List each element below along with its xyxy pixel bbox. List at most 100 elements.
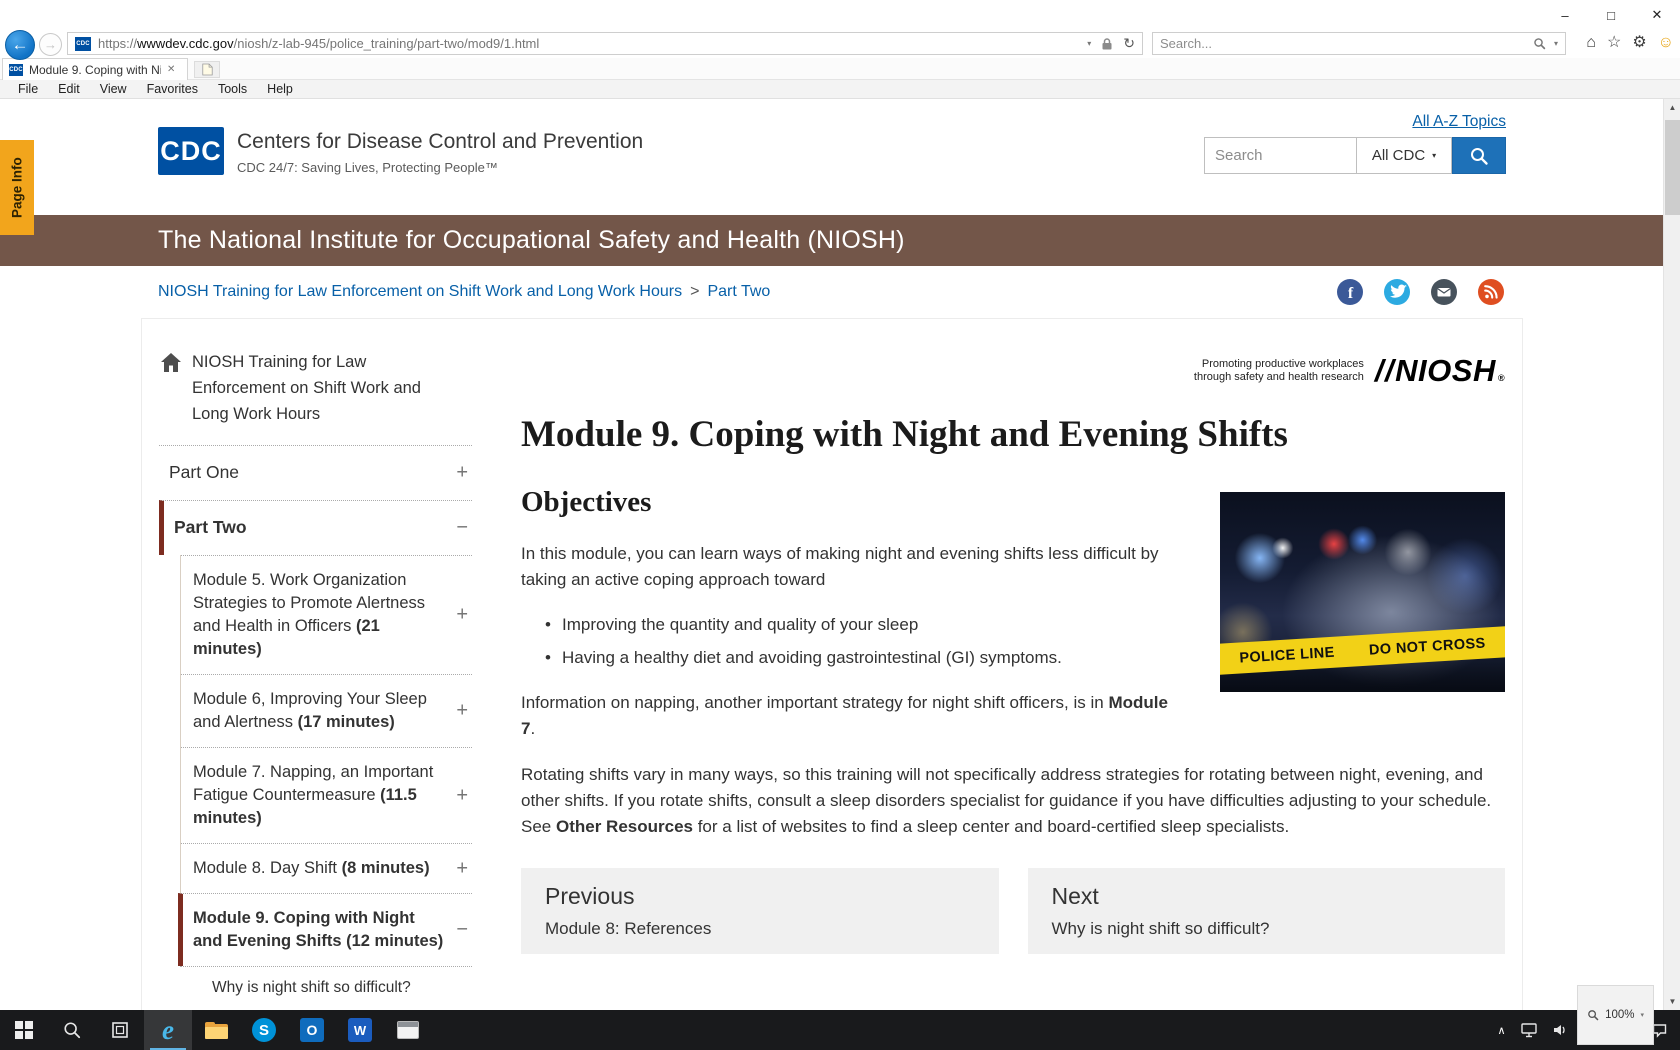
close-button[interactable]: ✕ (1634, 0, 1680, 30)
cdc-logo-text: Centers for Disease Control and Preventi… (237, 127, 643, 175)
cdc-header: All A-Z Topics CDC Centers for Disease C… (0, 99, 1663, 215)
menu-file[interactable]: File (8, 82, 48, 96)
browser-address-row: ← → CDC https://wwwdev.cdc.gov/niosh/z-l… (0, 30, 1680, 60)
minimize-button[interactable]: – (1542, 0, 1588, 30)
expand-plus-icon[interactable]: + (456, 462, 468, 485)
search-scope-label: All CDC (1371, 147, 1426, 164)
expand-plus-icon[interactable]: + (456, 784, 468, 807)
zoom-level: 100% (1605, 1009, 1635, 1021)
nav-module-8[interactable]: Module 8. Day Shift (8 minutes) + (181, 843, 472, 893)
vertical-scrollbar[interactable]: ▲ ▼ (1663, 99, 1680, 1010)
start-button[interactable] (0, 1010, 48, 1050)
collapse-minus-icon[interactable]: − (456, 919, 468, 942)
menu-favorites[interactable]: Favorites (137, 82, 208, 96)
browser-tab-row: CDC Module 9. Coping with Nig... ✕ (0, 58, 1680, 80)
nav-module-5-label: Module 5. Work Organization Strategies t… (193, 571, 426, 635)
word-icon: W (348, 1018, 372, 1042)
niosh-logo: / / NIOSH ® (1375, 353, 1505, 389)
nav-module-7[interactable]: Module 7. Napping, an Important Fatigue … (181, 747, 472, 843)
collapse-minus-icon[interactable]: − (456, 517, 468, 540)
tab-title: Module 9. Coping with Nig... (29, 62, 161, 77)
nav-part-one-label: Part One (169, 462, 240, 482)
site-search-input[interactable] (1204, 137, 1356, 174)
address-bar[interactable]: CDC https://wwwdev.cdc.gov/niosh/z-lab-9… (67, 32, 1143, 55)
browser-toolbar-icons: ⌂ ☆ ⚙ ☺ (1586, 34, 1674, 52)
expand-plus-icon[interactable]: + (456, 604, 468, 627)
menu-tools[interactable]: Tools (208, 82, 257, 96)
expand-plus-icon[interactable]: + (456, 857, 468, 880)
browser-search-box[interactable]: ▾ (1152, 32, 1566, 55)
back-button[interactable]: ← (5, 30, 35, 60)
zoom-control[interactable]: 100% ▾ (1577, 985, 1654, 1045)
browser-tab[interactable]: CDC Module 9. Coping with Nig... ✕ (2, 58, 188, 80)
nav-module-5[interactable]: Module 5. Work Organization Strategies t… (181, 555, 472, 674)
taskbar-ie-button[interactable]: e (144, 1010, 192, 1050)
search-icon[interactable] (1533, 37, 1546, 50)
az-topics-link[interactable]: All A-Z Topics (1412, 113, 1506, 131)
twitter-icon[interactable] (1384, 279, 1410, 305)
nav-part-one[interactable]: Part One + (159, 445, 472, 500)
niosh-banner: The National Institute for Occupational … (0, 215, 1663, 266)
internet-explorer-icon: e (162, 1014, 174, 1045)
next-button[interactable]: Next Why is night shift so difficult? (1027, 868, 1505, 954)
syndicate-icon[interactable] (1478, 279, 1504, 305)
menu-help[interactable]: Help (257, 82, 303, 96)
previous-button[interactable]: Previous Module 8: References (521, 868, 999, 954)
nav-module-6-duration: (17 minutes) (297, 713, 395, 731)
expand-plus-icon[interactable]: + (456, 700, 468, 723)
taskbar-file-explorer-button[interactable] (192, 1010, 240, 1050)
cdc-logo[interactable]: CDC Centers for Disease Control and Prev… (158, 127, 643, 175)
feedback-smiley-icon[interactable]: ☺ (1658, 34, 1674, 52)
maximize-button[interactable]: □ (1588, 0, 1634, 30)
taskbar-app-button[interactable] (384, 1010, 432, 1050)
forward-button[interactable]: → (39, 33, 62, 56)
taskbar-skype-button[interactable]: S (240, 1010, 288, 1050)
page-info-tab[interactable]: Page Info (0, 140, 34, 235)
nav-module-9-current[interactable]: Module 9. Coping with Night and Evening … (178, 893, 472, 966)
taskbar-outlook-button[interactable]: O (288, 1010, 336, 1050)
task-view-button[interactable] (96, 1010, 144, 1050)
new-tab-button[interactable] (194, 61, 220, 78)
favorites-star-icon[interactable]: ☆ (1607, 34, 1621, 52)
niosh-logo-slash: / (1374, 353, 1385, 388)
nav-subitem-why-night-shift[interactable]: Why is night shift so difficult? (180, 966, 472, 1009)
autocomplete-dropdown-icon[interactable]: ▾ (1087, 39, 1091, 48)
taskbar: e S O W ∧ 12:04 PM 6/21/2019 (0, 1010, 1680, 1050)
nav-part-two[interactable]: Part Two − (159, 500, 472, 555)
search-dropdown-icon[interactable]: ▾ (1554, 39, 1558, 48)
scroll-up-icon[interactable]: ▲ (1664, 99, 1680, 116)
search-scope-dropdown[interactable]: All CDC ▾ (1356, 137, 1452, 174)
refresh-icon[interactable]: ↻ (1123, 35, 1135, 52)
page-viewport: Page Info All A-Z Topics CDC Centers for… (0, 99, 1663, 1010)
taskbar-search-button[interactable] (48, 1010, 96, 1050)
scrollbar-thumb[interactable] (1665, 120, 1680, 215)
tab-favicon: CDC (9, 63, 23, 76)
browser-search-input[interactable] (1160, 36, 1525, 51)
tab-close-icon[interactable]: ✕ (167, 64, 175, 75)
facebook-icon[interactable]: f (1337, 279, 1363, 305)
hidden-icons-chevron-icon[interactable]: ∧ (1498, 1024, 1506, 1037)
main-content: Promoting productive workplaces through … (472, 319, 1522, 1010)
org-tagline: CDC 24/7: Saving Lives, Protecting Peopl… (237, 160, 498, 175)
niosh-banner-title[interactable]: The National Institute for Occupational … (158, 226, 905, 255)
cdc-logo-icon: CDC (158, 127, 224, 175)
taskbar-word-button[interactable]: W (336, 1010, 384, 1050)
lock-icon[interactable] (1101, 37, 1113, 51)
niosh-logo-wordmark: NIOSH (1395, 353, 1496, 388)
gear-icon[interactable]: ⚙ (1632, 34, 1646, 52)
email-icon[interactable] (1431, 279, 1457, 305)
nav-home-link[interactable]: NIOSH Training for Law Enforcement on Sh… (159, 349, 472, 445)
svg-text:f: f (1348, 285, 1354, 302)
breadcrumb-current[interactable]: Part Two (707, 283, 770, 301)
home-icon[interactable]: ⌂ (1586, 34, 1596, 52)
volume-icon[interactable] (1552, 1023, 1568, 1037)
search-submit-button[interactable] (1452, 137, 1506, 174)
nav-module-6[interactable]: Module 6, Improving Your Sleep and Alert… (181, 674, 472, 747)
menu-edit[interactable]: Edit (48, 82, 90, 96)
other-resources-link[interactable]: Other Resources (556, 817, 693, 836)
scroll-down-icon[interactable]: ▼ (1664, 993, 1680, 1010)
menu-view[interactable]: View (90, 82, 137, 96)
network-icon[interactable] (1520, 1022, 1537, 1038)
brand-tagline-line1: Promoting productive workplaces (1201, 358, 1364, 370)
breadcrumb-root-link[interactable]: NIOSH Training for Law Enforcement on Sh… (158, 283, 682, 301)
